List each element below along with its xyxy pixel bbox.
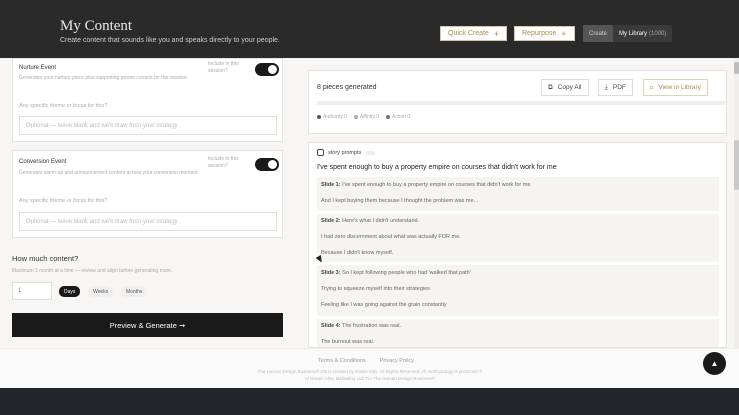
toggle-knob [268, 65, 277, 74]
pdf-label: PDF [612, 84, 626, 91]
slide-line: The burnout was real. [321, 339, 375, 345]
slide-line: And I kept buying them because I thought… [321, 198, 479, 204]
slide-text: The frustration was real. [342, 323, 401, 329]
page-title: My Content [60, 18, 133, 34]
copy-all-label: Copy All [557, 84, 582, 91]
pieces-count: 8 pieces generated [317, 84, 377, 91]
slide-line: I had zero discernment about what was ac… [321, 234, 461, 240]
download-icon: ⤓ [605, 83, 608, 91]
toggle-knob [268, 160, 277, 169]
app-header: My Content Create content that sounds li… [0, 0, 739, 58]
main-content: Nurture Event Generates your nurture pie… [0, 58, 739, 348]
results-panel: 8 pieces generated ⧉ Copy All ⤓ PDF ⌑ Vi… [308, 70, 728, 134]
slide-label: Slide 2: [321, 218, 341, 224]
bottom-strip [0, 388, 739, 415]
slide-label: Slide 4: [321, 323, 341, 329]
conversion-include-label: Include in this session? [208, 156, 239, 169]
story-card: story prompts I've spent enough to buy a… [308, 142, 727, 348]
unit-months-button[interactable]: Months [121, 286, 148, 297]
slide-text: So I kept following people who had 'walk… [342, 270, 471, 276]
slide-line: Because I didn't know myself. [321, 250, 394, 256]
legend-affinity: Affinity 0 [353, 114, 379, 120]
nurture-theme-input[interactable]: Optional — leave blank and we'll draw fr… [19, 116, 277, 135]
library-count: (1000) [649, 30, 667, 37]
footer: Terms & Conditions Privacy Policy The Hu… [0, 348, 739, 388]
plus-icon: + [561, 28, 567, 39]
view-switcher: Create My Library (1000) [583, 25, 673, 42]
slide-text: I've spent enough to buy a property empi… [342, 182, 531, 188]
slide-line: Feeling like I was going against the gra… [321, 302, 447, 308]
copyright-line: of Dream Alley Marketing Ltd. T/A The Hu… [305, 376, 435, 381]
copyright-line: The Human Design Business® OS is created… [257, 369, 483, 374]
scrollbar-thumb[interactable] [734, 62, 739, 74]
nurture-event-title: Nurture Event [19, 65, 57, 71]
slide-4: Slide 4: The frustration was real. The b… [317, 319, 719, 347]
footer-copyright: The Human Design Business® OS is created… [220, 368, 520, 382]
nurture-include-toggle[interactable] [255, 63, 279, 76]
arrow-up-icon: ▲ [710, 359, 719, 368]
conversion-theme-question: Any specific theme or focus for this? [19, 198, 108, 204]
generation-progress [317, 101, 728, 105]
conversion-event-desc: Generates warm-up and announcement conte… [19, 170, 199, 176]
privacy-link[interactable]: Privacy Policy [380, 358, 414, 364]
scrollbar-thumb[interactable] [734, 140, 739, 190]
tab-my-library-label: My Library [619, 30, 648, 37]
content-amount-label: How much content? [12, 254, 79, 263]
preview-generate-button[interactable]: Preview & Generate ➞ [12, 313, 283, 337]
content-type-legend: Authority 0 Affinity 0 Action 0 [317, 114, 410, 120]
conversion-include-toggle[interactable] [255, 158, 279, 171]
slide-label: Slide 1: [321, 182, 341, 188]
quick-create-button[interactable]: Quick Create + [440, 26, 508, 41]
view-in-library-button[interactable]: ⌑ View in Library [643, 79, 708, 96]
quick-create-label: Quick Create [448, 30, 489, 37]
slide-1: Slide 1: I've spent enough to buy a prop… [317, 177, 719, 211]
page-subtitle: Create content that sounds like you and … [60, 37, 280, 44]
slide-line: Trying to squeeze myself into their stra… [321, 286, 430, 292]
slide-text: Here's what I didn't understand. [342, 218, 420, 224]
content-amount-desc: Maximum 1 month at a time — review and a… [12, 268, 173, 274]
tag-pill [365, 150, 376, 155]
story-tag-label: story prompts [328, 149, 362, 156]
page-scrollbar[interactable] [734, 58, 739, 348]
slide-2: Slide 2: Here's what I didn't understand… [317, 214, 719, 262]
unit-days-button[interactable]: Days [59, 286, 81, 297]
nurture-event-card: Nurture Event Generates your nurture pie… [12, 58, 283, 142]
nurture-event-desc: Generates your nurture piece plus suppor… [19, 75, 188, 81]
pdf-button[interactable]: ⤓ PDF [598, 79, 633, 96]
slide-3: Slide 3: So I kept following people who … [317, 265, 719, 316]
footer-links: Terms & Conditions Privacy Policy [318, 358, 414, 364]
story-tag: story prompts [317, 149, 376, 156]
plus-icon: + [493, 28, 500, 39]
terms-link[interactable]: Terms & Conditions [318, 358, 366, 364]
nurture-include-label: Include in this session? [208, 61, 239, 74]
story-title: I've spent enough to buy a property empi… [317, 164, 557, 171]
conversion-theme-input[interactable]: Optional — leave blank and we'll draw fr… [19, 212, 277, 231]
nurture-theme-question: Any specific theme or focus for this? [19, 103, 108, 109]
repurpose-label: Repurpose [522, 30, 557, 37]
copy-icon: ⧉ [548, 83, 553, 91]
instagram-icon [317, 149, 324, 156]
repurpose-button[interactable]: Repurpose + [514, 26, 575, 41]
conversion-event-title: Conversion Event [19, 159, 67, 165]
view-library-label: View in Library [658, 84, 701, 91]
legend-action: Action 0 [386, 114, 410, 120]
copy-all-button[interactable]: ⧉ Copy All [541, 79, 589, 96]
slide-label: Slide 3: [321, 270, 341, 276]
bookmark-icon: ⌑ [650, 84, 654, 92]
content-amount-input[interactable]: 1 [12, 282, 52, 300]
tab-my-library[interactable]: My Library (1000) [613, 25, 672, 42]
unit-weeks-button[interactable]: Weeks [88, 286, 114, 297]
scroll-to-top-button[interactable]: ▲ [703, 352, 726, 375]
legend-authority: Authority 0 [317, 114, 347, 120]
conversion-event-card: Conversion Event Generates warm-up and a… [12, 150, 283, 238]
tab-create[interactable]: Create [583, 25, 614, 42]
